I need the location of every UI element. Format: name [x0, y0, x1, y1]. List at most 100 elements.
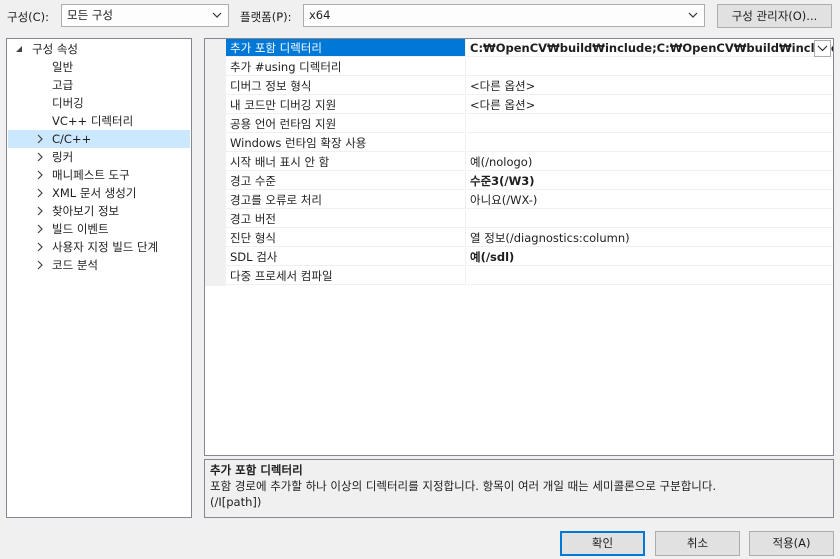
tree-item-label: C/C++	[52, 132, 92, 146]
tree-item-label: 사용자 지정 빌드 단계	[52, 240, 159, 254]
cancel-button[interactable]: 취소	[655, 531, 740, 556]
tree-item-debugging[interactable]: 디버깅	[8, 94, 190, 112]
value-dropdown-button[interactable]	[814, 40, 831, 57]
property-row[interactable]: 내 코드만 디버깅 지원 <다른 옵션>	[205, 96, 833, 115]
collapsed-arrow-icon[interactable]	[34, 238, 46, 256]
property-row[interactable]: 경고 수준 수준3(/W3)	[205, 172, 833, 191]
property-row[interactable]: 다중 프로세서 컴파일	[205, 267, 833, 286]
property-name[interactable]: 다중 프로세서 컴파일	[226, 267, 466, 285]
property-name[interactable]: Windows 런타임 확장 사용	[226, 134, 466, 152]
description-pane: 추가 포함 디렉터리 포함 경로에 추가할 하나 이상의 디렉터리를 지정합니다…	[204, 459, 834, 518]
ok-button[interactable]: 확인	[560, 531, 645, 556]
property-value[interactable]	[467, 58, 833, 76]
property-value[interactable]	[467, 267, 833, 285]
tree-item-label: 디버깅	[52, 96, 84, 110]
property-value[interactable]	[467, 134, 833, 152]
property-name[interactable]: SDL 검사	[226, 248, 466, 266]
tree-item-advanced[interactable]: 고급	[8, 76, 190, 94]
collapsed-arrow-icon[interactable]	[34, 184, 46, 202]
property-name[interactable]: 시작 배너 표시 안 함	[226, 153, 466, 171]
tree-root-label: 구성 속성	[32, 42, 78, 56]
tree-item-c-cpp[interactable]: C/C++	[8, 130, 190, 148]
tree-item-label: 매니페스트 도구	[52, 168, 130, 182]
row-gutter	[205, 229, 226, 248]
property-name[interactable]: 공용 언어 런타임 지원	[226, 115, 466, 133]
property-name[interactable]: 디버그 정보 형식	[226, 77, 466, 95]
tree-item-label: 고급	[52, 78, 74, 92]
collapsed-arrow-icon[interactable]	[34, 130, 46, 148]
property-value[interactable]: 아니요(/WX-)	[467, 191, 833, 209]
row-gutter	[205, 39, 226, 58]
property-row[interactable]: SDL 검사 예(/sdl)	[205, 248, 833, 267]
tree-item-label: 빌드 이벤트	[52, 222, 109, 236]
property-row[interactable]: 시작 배너 표시 안 함 예(/nologo)	[205, 153, 833, 172]
property-value[interactable]: <다른 옵션>	[467, 77, 833, 95]
property-name[interactable]: 추가 포함 디렉터리	[226, 39, 466, 57]
tree-item-manifest-tool[interactable]: 매니페스트 도구	[8, 166, 190, 184]
row-gutter	[205, 191, 226, 210]
tree-root[interactable]: 구성 속성	[8, 40, 190, 58]
row-gutter	[205, 58, 226, 77]
property-row[interactable]: 진단 형식 열 정보(/diagnostics:column)	[205, 229, 833, 248]
property-row[interactable]: Windows 런타임 확장 사용	[205, 134, 833, 153]
tree-item-general[interactable]: 일반	[8, 58, 190, 76]
row-gutter	[205, 96, 226, 115]
property-name[interactable]: 진단 형식	[226, 229, 466, 247]
tree-item-browse-info[interactable]: 찾아보기 정보	[8, 202, 190, 220]
property-name[interactable]: 경고 수준	[226, 172, 466, 190]
platform-label: 플랫폼(P):	[240, 10, 292, 24]
property-name[interactable]: 추가 #using 디렉터리	[226, 58, 466, 76]
config-manager-button[interactable]: 구성 관리자(O)...	[717, 4, 832, 28]
platform-dropdown-value: x64	[309, 8, 331, 22]
row-gutter	[205, 248, 226, 267]
property-row[interactable]: 추가 #using 디렉터리	[205, 58, 833, 77]
property-value[interactable]: 예(/nologo)	[467, 153, 833, 171]
tree-item-custom-build-step[interactable]: 사용자 지정 빌드 단계	[8, 238, 190, 256]
tree-item-linker[interactable]: 링커	[8, 148, 190, 166]
property-value[interactable]: <다른 옵션>	[467, 96, 833, 114]
tree-item-vc-directories[interactable]: VC++ 디렉터리	[8, 112, 190, 130]
property-value[interactable]: C:₩OpenCV₩build₩include;C:₩OpenCV₩build₩…	[467, 39, 833, 57]
property-value[interactable]	[467, 115, 833, 133]
property-value[interactable]	[467, 210, 833, 228]
tree-item-label: 링커	[52, 150, 74, 164]
collapsed-arrow-icon[interactable]	[34, 148, 46, 166]
apply-button[interactable]: 적용(A)	[749, 531, 834, 556]
row-gutter	[205, 172, 226, 191]
row-gutter	[205, 267, 226, 286]
chevron-down-icon	[688, 12, 698, 18]
property-tree[interactable]: 구성 속성 일반 고급 디버깅 VC++ 디렉터리 C/C++ 링커 매니페스트…	[6, 38, 192, 518]
row-gutter	[205, 77, 226, 96]
chevron-down-icon	[212, 12, 222, 18]
tree-item-xml-doc-generator[interactable]: XML 문서 생성기	[8, 184, 190, 202]
property-name[interactable]: 경고 버전	[226, 210, 466, 228]
row-gutter	[205, 153, 226, 172]
property-value[interactable]: 예(/sdl)	[467, 248, 833, 266]
tree-item-label: 코드 분석	[52, 258, 98, 272]
property-grid[interactable]: 추가 포함 디렉터리 C:₩OpenCV₩build₩include;C:₩Op…	[204, 38, 834, 456]
property-row[interactable]: 경고 버전	[205, 210, 833, 229]
tree-item-label: XML 문서 생성기	[52, 186, 137, 200]
property-value[interactable]: 열 정보(/diagnostics:column)	[467, 229, 833, 247]
collapsed-arrow-icon[interactable]	[34, 256, 46, 274]
tree-item-label: 일반	[52, 60, 74, 74]
expanded-arrow-icon[interactable]	[14, 40, 26, 58]
platform-dropdown[interactable]: x64	[303, 4, 705, 27]
description-title: 추가 포함 디렉터리	[210, 463, 303, 477]
tree-item-build-events[interactable]: 빌드 이벤트	[8, 220, 190, 238]
collapsed-arrow-icon[interactable]	[34, 166, 46, 184]
property-row[interactable]: 디버그 정보 형식 <다른 옵션>	[205, 77, 833, 96]
collapsed-arrow-icon[interactable]	[34, 220, 46, 238]
tree-item-label: VC++ 디렉터리	[52, 114, 134, 128]
description-switch: (/I[path])	[210, 495, 262, 509]
property-row[interactable]: 경고를 오류로 처리 아니요(/WX-)	[205, 191, 833, 210]
property-value[interactable]: 수준3(/W3)	[467, 172, 833, 190]
property-name[interactable]: 경고를 오류로 처리	[226, 191, 466, 209]
config-dropdown[interactable]: 모든 구성	[61, 4, 229, 27]
property-name[interactable]: 내 코드만 디버깅 지원	[226, 96, 466, 114]
collapsed-arrow-icon[interactable]	[34, 202, 46, 220]
tree-item-label: 찾아보기 정보	[52, 204, 120, 218]
property-row[interactable]: 공용 언어 런타임 지원	[205, 115, 833, 134]
property-row[interactable]: 추가 포함 디렉터리 C:₩OpenCV₩build₩include;C:₩Op…	[205, 39, 833, 58]
tree-item-code-analysis[interactable]: 코드 분석	[8, 256, 190, 274]
